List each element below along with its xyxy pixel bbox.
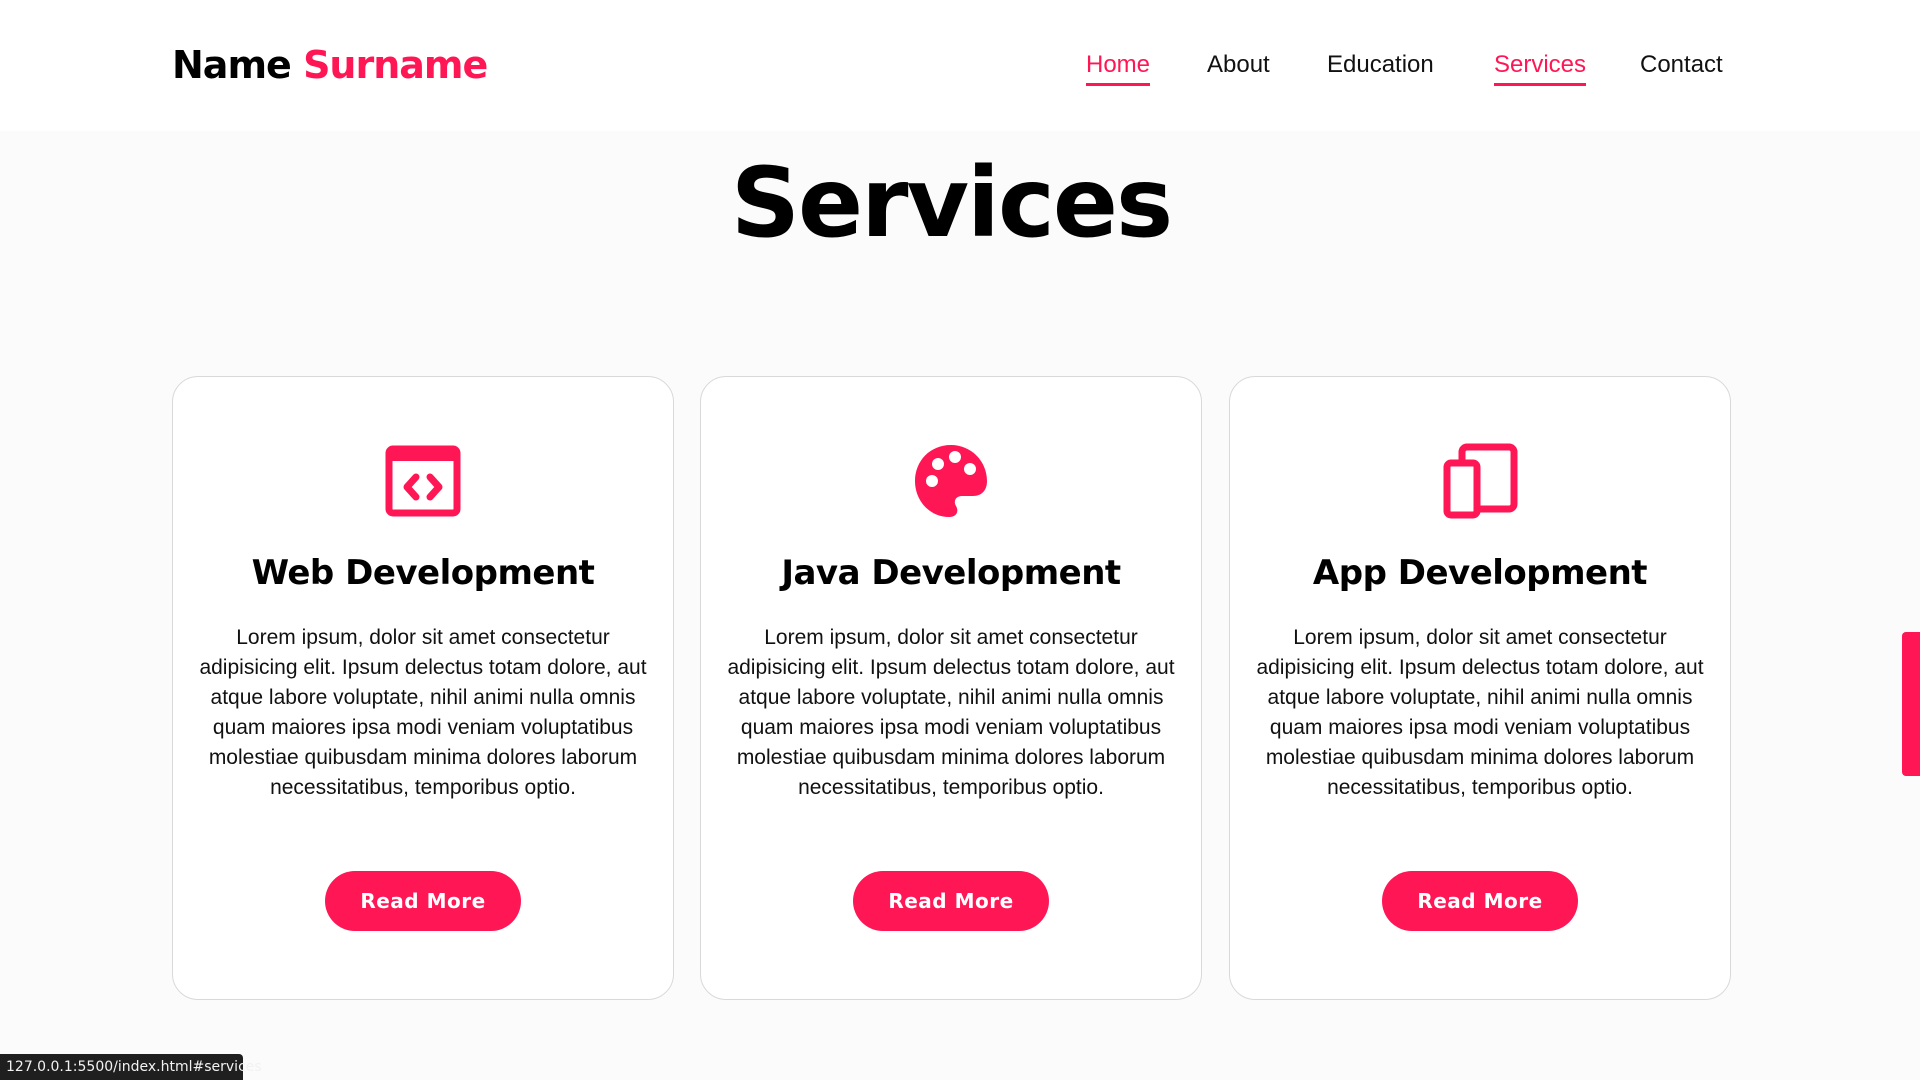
scroll-accent-bar[interactable] — [1902, 632, 1920, 776]
read-more-button[interactable]: Read More — [853, 871, 1049, 931]
card-title: Web Development — [251, 553, 595, 593]
site-logo[interactable]: Name Surname — [172, 40, 488, 90]
site-header: Name Surname Home About Education Servic… — [0, 0, 1920, 131]
status-bar-url: 127.0.0.1:5500/index.html#services — [0, 1054, 262, 1080]
nav-link-contact[interactable]: Contact — [1640, 48, 1723, 82]
read-more-button[interactable]: Read More — [325, 871, 521, 931]
card-description: Lorem ipsum, dolor sit amet consectetur … — [199, 626, 647, 799]
service-card-app: App Development Lorem ipsum, dolor sit a… — [1229, 376, 1731, 1000]
devices-icon — [1443, 443, 1518, 519]
logo-surname: Surname — [303, 43, 488, 87]
card-title: App Development — [1312, 553, 1648, 593]
card-title: Java Development — [781, 553, 1121, 593]
read-more-button[interactable]: Read More — [1382, 871, 1578, 931]
section-title: Services — [730, 147, 1173, 259]
service-card-java: Java Development Lorem ipsum, dolor sit … — [700, 376, 1202, 1000]
code-window-icon — [385, 445, 461, 517]
card-description: Lorem ipsum, dolor sit amet consectetur … — [727, 626, 1175, 799]
nav-link-home[interactable]: Home — [1086, 48, 1151, 86]
nav-link-education[interactable]: Education — [1327, 48, 1434, 82]
nav-link-services[interactable]: Services — [1494, 48, 1587, 86]
nav-link-about[interactable]: About — [1207, 48, 1270, 82]
service-card-web: Web Development Lorem ipsum, dolor sit a… — [172, 376, 674, 1000]
palette-icon — [915, 445, 987, 517]
logo-first-name: Name — [172, 43, 292, 87]
card-description: Lorem ipsum, dolor sit amet consectetur … — [1256, 626, 1704, 799]
